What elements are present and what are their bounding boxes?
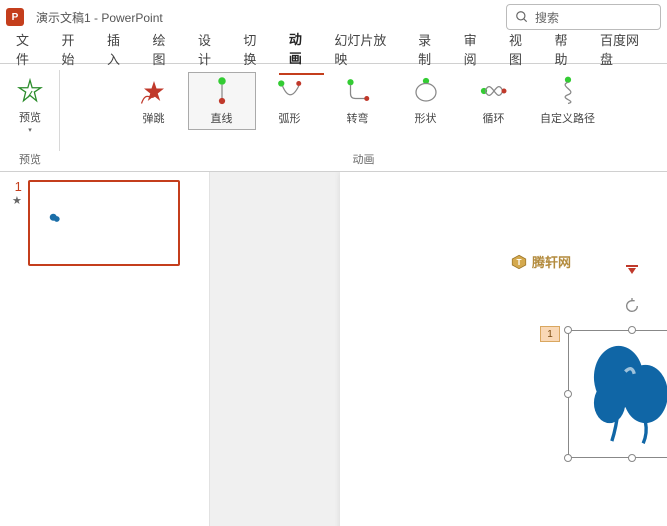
anim-shape[interactable]: 形状: [392, 72, 460, 130]
animation-order-tag[interactable]: 1: [540, 326, 560, 342]
slide-number: 1: [12, 180, 22, 194]
search-icon: [515, 10, 529, 24]
workspace: 1 ★ T 腾轩网 1: [0, 172, 667, 526]
thumb-meta: 1 ★: [12, 180, 22, 207]
bounce-icon: [139, 76, 169, 106]
preview-button[interactable]: 预览 ▾: [6, 72, 54, 138]
anim-arc[interactable]: 弧形: [256, 72, 324, 130]
anim-bounce[interactable]: 弹跳: [120, 72, 188, 130]
resize-handle-tl[interactable]: [564, 326, 572, 334]
resize-handle-t[interactable]: [628, 326, 636, 334]
resize-handle-bl[interactable]: [564, 454, 572, 462]
anim-custom-path[interactable]: 自定义路径: [528, 72, 608, 130]
anim-line[interactable]: 直线: [188, 72, 256, 130]
group-animation: 弹跳 直线 弧形 转弯: [60, 64, 667, 171]
anim-turn[interactable]: 转弯: [324, 72, 392, 130]
slide-canvas[interactable]: T 腾轩网 1 ▾▾: [210, 172, 667, 526]
selected-object[interactable]: 1 ▾▾: [568, 330, 667, 458]
resize-handle-b[interactable]: [628, 454, 636, 462]
watermark: T 腾轩网: [510, 252, 571, 271]
balloons-shape-icon[interactable]: [576, 338, 667, 450]
ribbon-tabs: 文件 开始 插入 绘图 设计 切换 动画 幻灯片放映 录制 审阅 视图 帮助 百…: [0, 34, 667, 64]
slide-thumbnail-1[interactable]: [28, 180, 180, 266]
animation-indicator-icon: ★: [12, 194, 22, 207]
slide-thumbnails-panel: 1 ★: [0, 172, 210, 526]
shape-path-icon: [411, 76, 441, 106]
balloons-thumbnail-icon: [48, 212, 62, 226]
ribbon: 预览 ▾ 预览 弹跳 直线 弧形: [0, 64, 667, 172]
watermark-logo-icon: T: [510, 253, 528, 271]
line-path-icon: [207, 76, 237, 106]
motion-path-end-icon[interactable]: [624, 262, 640, 280]
group-preview: 预览 ▾ 预览: [0, 64, 60, 171]
turn-path-icon: [343, 76, 373, 106]
anim-loop[interactable]: 循环: [460, 72, 528, 130]
star-preview-icon: [17, 76, 43, 106]
chevron-down-icon: ▾: [28, 126, 32, 134]
rotate-handle[interactable]: [624, 298, 640, 314]
custom-path-icon: [553, 76, 583, 106]
svg-text:T: T: [516, 258, 521, 267]
loop-path-icon: [479, 76, 509, 106]
resize-handle-l[interactable]: [564, 390, 572, 398]
arc-path-icon: [275, 76, 305, 106]
